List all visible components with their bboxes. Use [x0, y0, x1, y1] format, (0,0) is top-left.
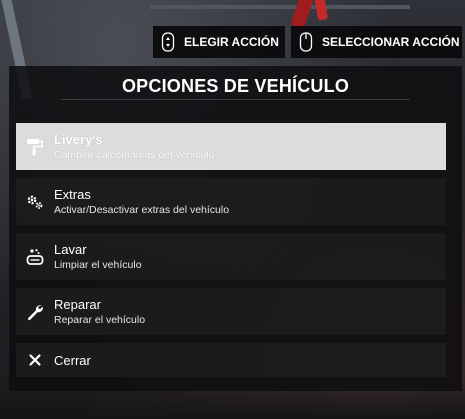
wrench-icon [27, 305, 43, 321]
soap-icon [26, 249, 44, 265]
menu-item-description: Cambiar calcomanías del vehículo [54, 149, 215, 161]
gears-icon [27, 195, 43, 209]
menu-item-description: Activar/Desactivar extras del vehículo [54, 204, 230, 216]
close-icon [29, 354, 41, 366]
menu-item-label: Livery's [54, 132, 103, 147]
menu-item-label: Extras [54, 187, 91, 202]
menu-items: Livery's Cambiar calcomanías del vehícul… [16, 123, 446, 385]
title-divider [61, 99, 410, 100]
menu-item-repair[interactable]: Reparar Reparar el vehículo [16, 288, 446, 335]
menu-item-extras[interactable]: Extras Activar/Desactivar extras del veh… [16, 178, 446, 225]
scroll-wheel-icon [161, 32, 175, 52]
menu-item-wash[interactable]: Lavar Limpiar el vehículo [16, 233, 446, 280]
menu-item-label: Lavar [54, 242, 87, 257]
menu-item-description: Limpiar el vehículo [54, 259, 142, 271]
background-vehicle-part [313, 0, 329, 21]
menu-title: OPCIONES DE VEHÍCULO [121, 76, 350, 96]
paint-roller-icon [27, 139, 43, 156]
menu-item-description: Reparar el vehículo [54, 314, 146, 326]
menu-item-label: Reparar [54, 297, 101, 312]
menu-item-liveries[interactable]: Livery's Cambiar calcomanías del vehícul… [16, 123, 446, 170]
hint-select-action: SELECCIONAR ACCIÓN [291, 26, 462, 58]
vehicle-options-menu: OPCIONES DE VEHÍCULO Livery's Cambiar ca… [9, 66, 462, 391]
mouse-icon [299, 32, 313, 52]
menu-item-close[interactable]: Cerrar [16, 343, 446, 377]
hint-label: ELEGIR ACCIÓN [184, 35, 279, 49]
hint-choose-action: ELEGIR ACCIÓN [153, 26, 285, 58]
hint-label: SELECCIONAR ACCIÓN [322, 35, 460, 49]
background-rail [150, 5, 410, 9]
menu-item-label: Cerrar [54, 353, 91, 368]
